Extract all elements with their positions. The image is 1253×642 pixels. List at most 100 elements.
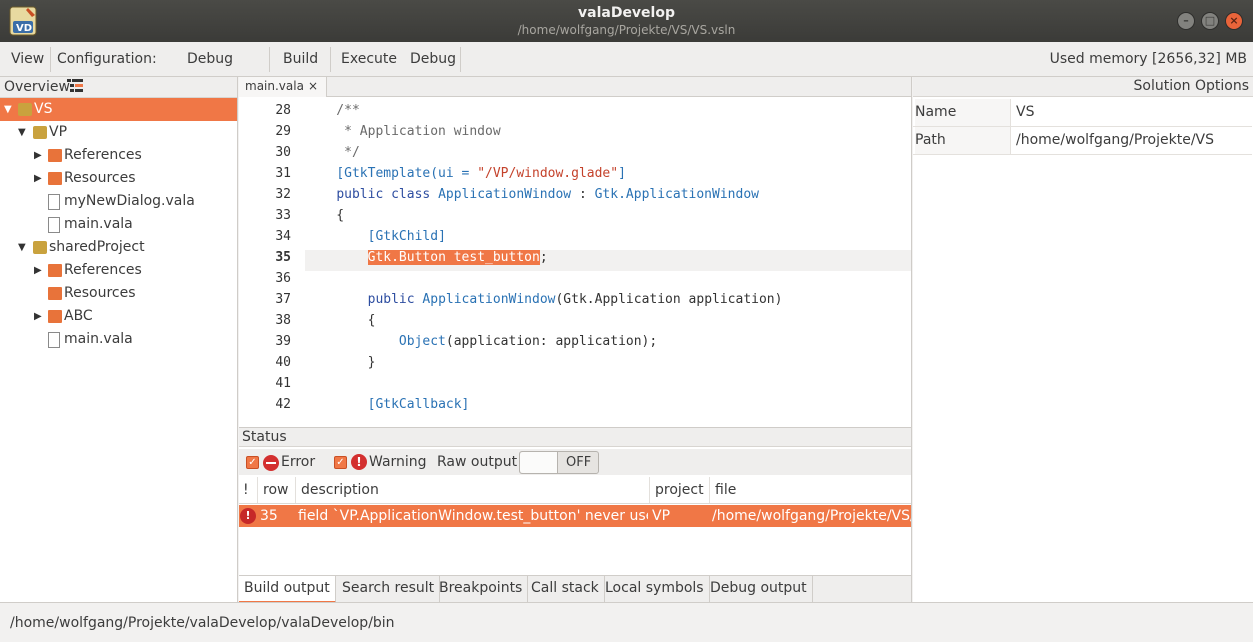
project-icon	[33, 241, 47, 254]
tree-item-project[interactable]: ▼ sharedProject	[0, 236, 237, 259]
warning-filter-label[interactable]: Warning	[369, 449, 427, 476]
tree-item-file[interactable]: main.vala	[0, 328, 237, 351]
column-header-description[interactable]: description	[295, 477, 649, 503]
toggle-knob[interactable]	[520, 452, 558, 473]
line-number: 40	[275, 355, 291, 370]
tree-item-label: myNewDialog.vala	[64, 193, 195, 209]
property-row-name: Name VS	[913, 99, 1252, 127]
column-header-project[interactable]: project	[649, 477, 709, 503]
folder-icon	[48, 264, 62, 277]
maximize-button[interactable]: □	[1201, 12, 1219, 30]
tree-item-folder[interactable]: Resources	[0, 282, 237, 305]
toolbar-separator	[269, 47, 270, 72]
table-row[interactable]: ! 35 field `VP.ApplicationWindow.test_bu…	[239, 505, 911, 527]
tree-view-icon[interactable]	[67, 79, 83, 93]
tab-call-stack[interactable]: Call stack	[526, 576, 605, 603]
raw-output-toggle[interactable]: OFF	[519, 451, 599, 474]
minimize-button[interactable]: –	[1177, 12, 1195, 30]
tab-debug-output[interactable]: Debug output	[705, 576, 813, 603]
column-header-severity[interactable]: !	[239, 477, 257, 503]
tab-build-output[interactable]: Build output	[239, 576, 336, 603]
tab-close-icon[interactable]: ×	[308, 77, 318, 96]
tree-item-label: main.vala	[64, 216, 133, 232]
line-number-current: 35	[275, 250, 291, 265]
tab-label: main.vala	[245, 79, 304, 93]
toolbar-separator	[460, 47, 461, 72]
line-number: 30	[275, 145, 291, 160]
view-menu[interactable]: View	[11, 42, 44, 77]
file-icon	[48, 194, 60, 210]
expander-closed-icon[interactable]: ▶	[34, 167, 42, 190]
tab-main-vala[interactable]: main.vala ×	[239, 77, 327, 97]
property-value-name[interactable]: VS	[1016, 99, 1034, 126]
build-button[interactable]: Build	[283, 42, 318, 77]
editor-tabbar: main.vala ×	[239, 77, 911, 97]
tree-item-label: Resources	[64, 285, 136, 301]
status-panel: Status ✓ Error ✓ ! Warning Raw output OF…	[239, 427, 912, 603]
code-editor-panel: main.vala × 28 29 30 31 32 33 34 35 36 3…	[239, 77, 912, 427]
expander-closed-icon[interactable]: ▶	[34, 144, 42, 167]
line-number: 34	[275, 229, 291, 244]
close-button[interactable]: ×	[1225, 12, 1243, 30]
tree-item-folder[interactable]: ▶ References	[0, 144, 237, 167]
property-row-path: Path /home/wolfgang/Projekte/VS	[913, 127, 1252, 155]
overview-header: Overview	[0, 77, 237, 98]
column-header-row[interactable]: row	[257, 477, 295, 503]
configuration-select[interactable]: Debug	[187, 42, 233, 77]
tree-item-folder[interactable]: ▶ Resources	[0, 167, 237, 190]
code-line: [GtkCallback]	[367, 397, 470, 412]
tab-breakpoints[interactable]: Breakpoints	[434, 576, 529, 603]
tree-item-folder[interactable]: ▶ ABC	[0, 305, 237, 328]
code-area[interactable]: 28 29 30 31 32 33 34 35 36 37 38 39 40 4…	[239, 98, 911, 427]
solution-options-panel: Solution Options Name VS Path /home/wolf…	[913, 77, 1253, 602]
debug-button[interactable]: Debug	[410, 42, 456, 77]
code-line: {	[305, 208, 345, 223]
window-titlebar: VD valaDevelop /home/wolfgang/Projekte/V…	[0, 0, 1253, 42]
status-filters: ✓ Error ✓ ! Warning Raw output OFF	[239, 449, 911, 475]
folder-icon	[48, 287, 62, 300]
expander-closed-icon[interactable]: ▶	[34, 259, 42, 282]
expander-open-icon[interactable]: ▼	[18, 236, 26, 259]
tree-item-project[interactable]: ▼ VP	[0, 121, 237, 144]
tree-item-file[interactable]: main.vala	[0, 213, 237, 236]
column-header-file[interactable]: file	[709, 477, 911, 503]
status-bar: /home/wolfgang/Projekte/valaDevelop/vala…	[0, 602, 1253, 642]
code-line: }	[305, 355, 376, 370]
expander-closed-icon[interactable]: ▶	[34, 305, 42, 328]
execute-button[interactable]: Execute	[341, 42, 397, 77]
tree-item-folder[interactable]: ▶ References	[0, 259, 237, 282]
cell-description: field `VP.ApplicationWindow.test_button'…	[298, 508, 648, 524]
overview-panel: Overview ▼ VS ▼ VP ▶ References ▶ Resour…	[0, 77, 238, 602]
cell-row: 35	[260, 508, 278, 524]
tree-item-label: References	[64, 262, 142, 278]
tree-item-solution[interactable]: ▼ VS	[0, 98, 237, 121]
error-icon	[263, 455, 279, 471]
property-label: Path	[915, 127, 1011, 154]
expander-open-icon[interactable]: ▼	[4, 98, 12, 121]
toolbar-separator	[50, 47, 51, 72]
expander-open-icon[interactable]: ▼	[18, 121, 26, 144]
tree-item-label: main.vala	[64, 331, 133, 347]
file-icon	[48, 332, 60, 348]
configuration-label: Configuration:	[57, 51, 157, 67]
tree-item-label: sharedProject	[49, 239, 145, 255]
tree-item-file[interactable]: myNewDialog.vala	[0, 190, 237, 213]
folder-icon	[48, 149, 62, 162]
memory-usage: Used memory [2656,32] MB	[1049, 51, 1247, 67]
project-icon	[33, 126, 47, 139]
error-filter-checkbox[interactable]: ✓	[246, 456, 259, 469]
line-number: 31	[275, 166, 291, 181]
line-number: 28	[275, 103, 291, 118]
warning-filter-checkbox[interactable]: ✓	[334, 456, 347, 469]
code-line: Object(application: application);	[398, 334, 658, 349]
toggle-state: OFF	[566, 455, 592, 470]
file-icon	[48, 217, 60, 233]
tab-local-symbols[interactable]: Local symbols	[600, 576, 710, 603]
tab-search-result[interactable]: Search result	[337, 576, 441, 603]
status-title: Status	[239, 428, 911, 447]
code-line: [GtkTemplate(ui = "/VP/window.glade"]	[336, 166, 626, 181]
property-value-path[interactable]: /home/wolfgang/Projekte/VS	[1016, 127, 1214, 154]
error-filter-label[interactable]: Error	[281, 449, 315, 476]
messages-table-header: ! row description project file	[239, 477, 911, 504]
line-number: 36	[275, 271, 291, 286]
